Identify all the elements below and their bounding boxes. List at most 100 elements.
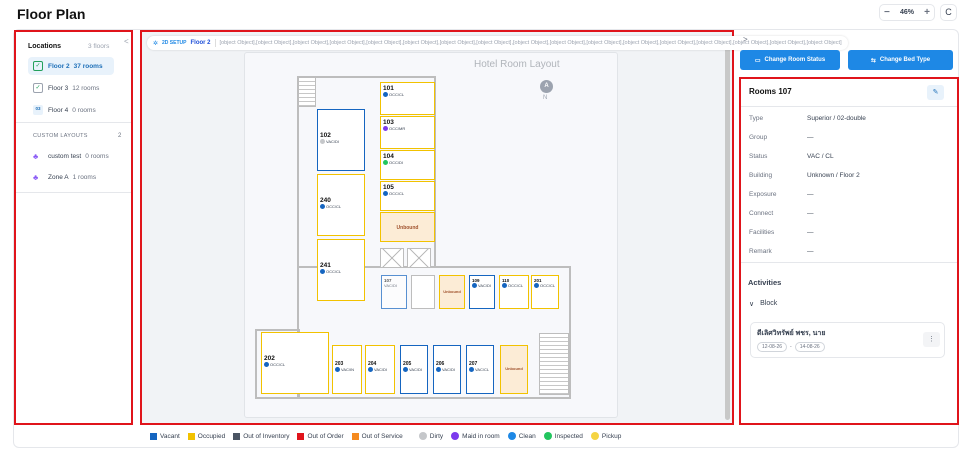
legend-dirty: Dirty (418, 432, 443, 440)
legend-out-of-inventory: Out of Inventory (233, 432, 289, 440)
change-room-status-button[interactable]: ▭ Change Room Status (740, 50, 840, 70)
edit-icon[interactable]: ✎ (927, 85, 944, 100)
floor-item-floor-4[interactable]: 03 Floor 40 rooms (28, 101, 114, 119)
room-205[interactable]: 205 VAC/DI (400, 345, 428, 394)
date-to: 14-08-26 (794, 342, 825, 352)
legend-out-of-order: Out of Order (297, 432, 344, 440)
room-204[interactable]: 204 VAC/DI (365, 345, 395, 394)
page-title: Floor Plan (17, 6, 86, 22)
room-201[interactable]: 201 OCC/CL (531, 275, 559, 309)
elevator (380, 248, 404, 268)
floor-item-floor-2[interactable]: ✓ Floor 2 37 rooms (28, 57, 114, 75)
room-unbound[interactable]: Unbound (380, 212, 435, 242)
check-icon: ✓ (33, 61, 43, 71)
legend-pickup: Pickup (590, 432, 621, 440)
staircase (298, 77, 316, 107)
legend-occupied: Occupied (187, 432, 225, 440)
guest-name: ดีเลิศวิทรัพย์ พชร, นาย (757, 330, 826, 337)
legend-maid-in-room: Maid in room (451, 432, 500, 440)
expand-right-button[interactable]: > (743, 35, 748, 44)
layout-title: Hotel Room Layout (474, 59, 560, 70)
room-detail-panel: Rooms 107 ✎ Type Superior / 02-double Gro… (739, 77, 959, 425)
square-icon (297, 432, 305, 440)
staircase (539, 333, 569, 395)
status-legend: Vacant Occupied Out of Inventory Out of … (150, 432, 621, 440)
custom-layout-zone-a[interactable]: ♣ Zone A1 rooms (28, 168, 128, 186)
room-109[interactable]: 109 VAC/DI (469, 275, 495, 309)
elevator (407, 248, 431, 268)
locations-panel: < Locations 3 floors ✓ Floor 2 37 rooms ✓ F… (14, 30, 133, 425)
service-area (411, 275, 435, 309)
setup-label: 2D SETUP (162, 40, 187, 46)
room-102[interactable]: 102 VAC/DI (317, 109, 365, 171)
room-107[interactable]: 107 VAC/DI (381, 275, 407, 309)
legend-vacant: Vacant (150, 432, 180, 440)
attr-status: Status VAC / CL (749, 153, 834, 160)
circle-icon (451, 432, 460, 440)
divider (741, 262, 957, 263)
attr-facilities: Facilities — (749, 229, 814, 236)
block-dates: 12-08-26 - 14-08-26 (757, 342, 825, 352)
room-icon: ▭ (754, 57, 761, 64)
room-unbound[interactable]: Unbound (439, 275, 465, 309)
divider (16, 192, 131, 193)
block-card[interactable]: ดีเลิศวิทรัพย์ พชร, นาย 12-08-26 - 14-08… (750, 322, 945, 358)
legend-clean: Clean (507, 432, 536, 440)
room-207[interactable]: 207 VAC/CL (466, 345, 494, 394)
change-bed-type-button[interactable]: ⇆ Change Bed Type (848, 50, 953, 70)
compass-icon: A (540, 80, 553, 93)
locations-heading: Locations (28, 43, 62, 50)
attr-group: Group — (749, 134, 814, 141)
gear-icon: ✲ (153, 40, 159, 47)
block-toggle[interactable]: ∨ Block (749, 300, 777, 308)
zoom-out-button[interactable]: − (884, 7, 890, 18)
legend-inspected: Inspected (543, 432, 583, 440)
room-103[interactable]: 103 OCC/MR (380, 116, 435, 149)
square-icon (351, 432, 359, 440)
square-icon (233, 432, 241, 440)
zoom-control: − 46% + (879, 4, 935, 21)
attr-remark: Remark — (749, 248, 814, 255)
activities-heading: Activities (748, 278, 782, 287)
room-203[interactable]: 203 VAC/IN (332, 345, 362, 394)
room-206[interactable]: 206 VAC/DI (433, 345, 461, 394)
circle-icon (507, 432, 516, 440)
divider (16, 122, 131, 123)
swap-icon: ⇆ (870, 57, 876, 64)
zoom-level: 46% (899, 9, 914, 16)
floor-item-floor-3[interactable]: ✓ Floor 3 12 rooms (28, 79, 114, 97)
floor-badge: 03 (33, 105, 43, 115)
room-title: Rooms 107 (749, 87, 792, 96)
room-202[interactable]: 202 OCC/CL (261, 332, 329, 394)
legend-out-of-service: Out of Service (351, 432, 403, 440)
canvas-scrollbar[interactable] (725, 40, 730, 420)
custom-layout-custom-test[interactable]: ♣ custom test 0 rooms (28, 147, 128, 165)
attr-exposure: Exposure — (749, 191, 814, 198)
circle-icon (590, 432, 599, 440)
more-icon[interactable]: ⋮ (923, 332, 940, 347)
attr-type: Type Superior / 02-double (749, 115, 866, 122)
room-240[interactable]: 240 OCC/CL (317, 174, 365, 236)
room-105[interactable]: 105 OCC/CL (380, 181, 435, 211)
custom-layouts-heading: CUSTOM LAYOUTS (33, 133, 88, 139)
check-icon: ✓ (33, 83, 43, 93)
room-110[interactable]: 110 OCC/CL (499, 275, 529, 309)
square-icon (187, 432, 195, 440)
square-icon (150, 432, 157, 440)
room-101[interactable]: 101 OCC/CL (380, 82, 435, 115)
circle-icon (543, 432, 552, 440)
chevron-down-icon: ∨ (749, 301, 755, 308)
layout-icon: ♣ (33, 151, 39, 161)
room-241[interactable]: 241 OCC/CL (317, 239, 365, 301)
room-unbound[interactable]: Unbound (500, 345, 528, 394)
room-count: [object Object],[object Object],[object … (219, 40, 842, 46)
locations-count: 3 floors (88, 43, 110, 50)
refresh-button[interactable]: C (940, 4, 957, 21)
collapse-left-button[interactable]: < (124, 37, 129, 46)
date-from: 12-08-26 (757, 342, 788, 352)
circle-icon (418, 432, 427, 440)
hotel-layout: Hotel Room Layout A N 101 OCC/CL 103 OCC/M… (244, 52, 618, 418)
zoom-in-button[interactable]: + (924, 7, 930, 18)
divider (741, 106, 957, 107)
room-104[interactable]: 104 OCC/DI (380, 150, 435, 180)
